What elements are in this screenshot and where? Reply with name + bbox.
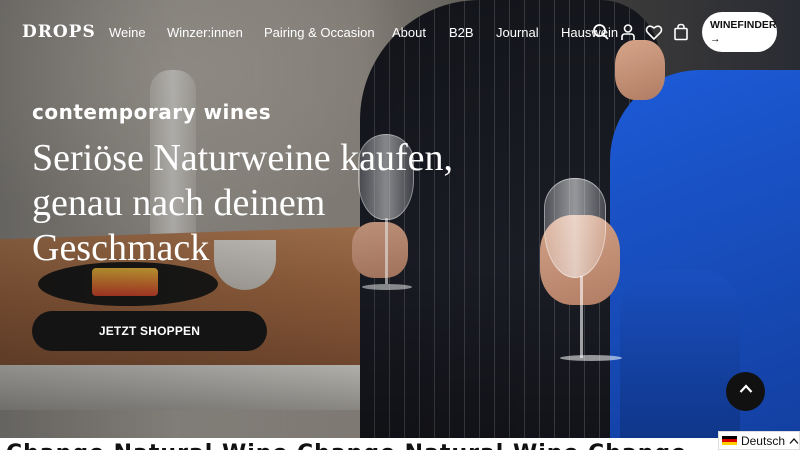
nav-pairing-occasion[interactable]: Pairing & Occasion — [264, 25, 375, 40]
site-header: DROPS Weine Winzer:innen Pairing & Occas… — [0, 0, 800, 64]
account-icon[interactable] — [619, 23, 637, 41]
hero-headline: Seriöse Naturweine kaufen, genau nach de… — [32, 137, 454, 269]
heart-icon[interactable] — [645, 23, 663, 41]
scroll-to-top-button[interactable] — [726, 372, 765, 411]
winefinder-button[interactable]: WINEFINDER → — [702, 12, 777, 52]
hero-eyebrow: contemporary wines — [32, 100, 272, 124]
nav-journal[interactable]: Journal — [496, 25, 539, 40]
search-icon[interactable] — [592, 23, 610, 41]
nav-winzer-innen[interactable]: Winzer:innen — [167, 25, 243, 40]
logo[interactable]: DROPS — [22, 22, 96, 42]
bag-icon[interactable] — [672, 23, 690, 41]
marquee-text: Change Natural Wine Change Natural Wine … — [6, 441, 687, 450]
shop-now-button[interactable]: JETZT SHOPPEN — [32, 311, 267, 351]
arrow-right-icon: → — [710, 33, 721, 45]
chevron-up-icon — [789, 434, 799, 448]
marquee-banner: Change Natural Wine Change Natural Wine … — [0, 438, 800, 450]
nav-b2b[interactable]: B2B — [449, 25, 474, 40]
language-switcher[interactable]: Deutsch — [718, 431, 800, 450]
nav-weine[interactable]: Weine — [109, 25, 146, 40]
german-flag-icon — [722, 435, 737, 446]
winefinder-label: WINEFINDER — [710, 19, 777, 31]
chevron-up-icon — [738, 381, 754, 402]
nav-about[interactable]: About — [392, 25, 426, 40]
language-label: Deutsch — [740, 433, 785, 448]
